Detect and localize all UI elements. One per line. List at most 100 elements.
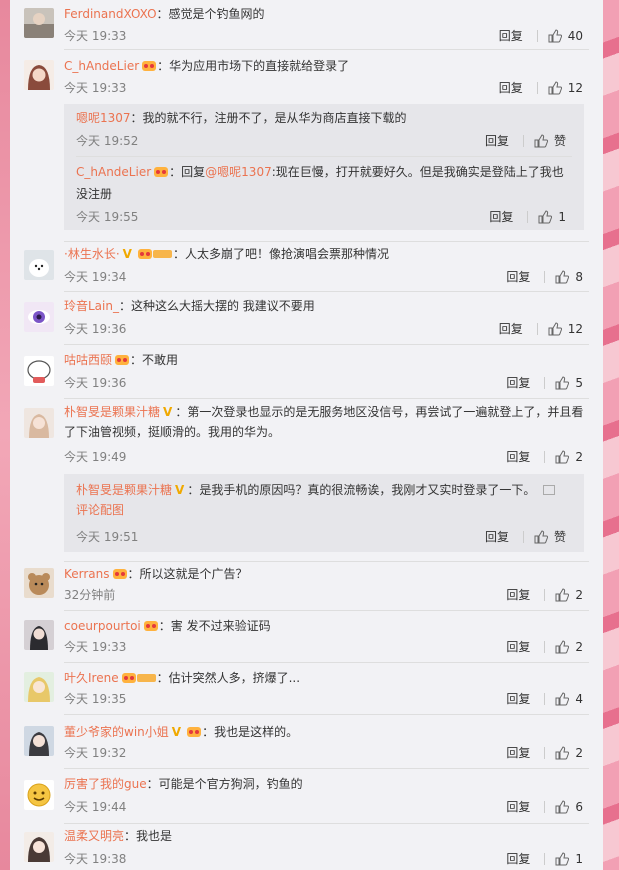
username-link[interactable]: C_hAndeLier <box>64 59 139 73</box>
reply-button[interactable]: 回复 <box>485 132 509 150</box>
username-link[interactable]: 朴智旻是颗果汁糖 <box>64 405 160 419</box>
username-link[interactable]: 董少爷家的win小姐 <box>64 725 169 739</box>
like-button[interactable]: 4 <box>555 690 583 708</box>
comment-meta: 今天 19:44 回复 6 <box>64 798 589 816</box>
reply-button[interactable]: 回复 <box>506 638 530 656</box>
action-divider <box>544 451 546 463</box>
comment-meta: 今天 19:36 回复 5 <box>64 374 589 392</box>
row-divider <box>64 291 589 292</box>
avatar[interactable] <box>24 8 54 38</box>
avatar[interactable] <box>24 408 54 438</box>
username-link[interactable]: 叶久Irene <box>64 671 119 685</box>
like-button[interactable]: 赞 <box>534 528 566 546</box>
thumbs-up-icon <box>555 450 570 464</box>
like-button[interactable]: 6 <box>555 798 583 816</box>
action-divider <box>522 531 524 543</box>
avatar[interactable] <box>24 356 54 386</box>
like-button[interactable]: 赞 <box>534 132 566 150</box>
comment-text: C_hAndeLier ：华为应用市场下的直接就给登录了 <box>64 56 589 78</box>
avatar[interactable] <box>24 568 54 598</box>
avatar[interactable] <box>24 302 54 332</box>
reply-button[interactable]: 回复 <box>485 528 509 546</box>
image-icon <box>543 485 556 495</box>
avatar[interactable] <box>24 250 54 280</box>
avatar[interactable] <box>24 60 54 90</box>
reply-button[interactable]: 回复 <box>506 798 530 816</box>
verified-v-icon: V <box>171 725 182 739</box>
action-divider <box>536 82 538 94</box>
like-button[interactable]: 1 <box>538 208 566 226</box>
like-button[interactable]: 40 <box>548 27 583 45</box>
like-count: 2 <box>575 746 583 760</box>
like-button[interactable]: 5 <box>555 374 583 392</box>
like-button[interactable]: 2 <box>555 448 583 466</box>
comment-body: ：估计突然人多，挤爆了... <box>156 671 301 685</box>
username-link[interactable]: coeurpourtoi <box>64 619 141 633</box>
username-link[interactable]: 嗯呢1307 <box>76 111 131 125</box>
comment-item: 叶久Irene ：估计突然人多，挤爆了... 今天 19:35 回复 4 <box>10 668 603 720</box>
reply-body: ：我的就不行，注册不了，是从华为商店直接下载的 <box>130 111 407 125</box>
reply-button[interactable]: 回复 <box>506 374 530 392</box>
username-link[interactable]: Kerrans <box>64 567 110 581</box>
timestamp: 今天 19:35 <box>64 692 127 706</box>
like-count: 6 <box>575 800 583 814</box>
comment-text: Kerrans ：所以这就是个广告？ <box>64 564 589 586</box>
comment-body: ：我也是 <box>124 829 173 843</box>
like-count: 2 <box>575 588 583 602</box>
username-link[interactable]: 朴智旻是颗果汁糖 <box>76 483 172 497</box>
reply-button[interactable]: 回复 <box>506 850 530 868</box>
comment-item: 温柔又明亮：我也是 今天 19:38 回复 1 <box>10 826 603 870</box>
reply-button[interactable]: 回复 <box>489 208 513 226</box>
like-button[interactable]: 2 <box>555 586 583 604</box>
row-divider <box>64 823 589 824</box>
thumbs-up-icon <box>555 692 570 706</box>
reply-meta: 今天 19:52 回复 赞 <box>76 132 572 150</box>
like-button[interactable]: 12 <box>548 79 583 97</box>
timestamp: 今天 19:33 <box>64 640 127 654</box>
reply-button[interactable]: 回复 <box>499 79 523 97</box>
avatar[interactable] <box>24 620 54 650</box>
reply-actions: 回复 赞 <box>485 528 566 546</box>
like-button[interactable]: 1 <box>555 850 583 868</box>
like-count: 8 <box>575 270 583 284</box>
view-image-link[interactable]: 评论配图 <box>76 503 124 517</box>
comment-meta: 今天 19:32 回复 2 <box>64 744 589 762</box>
avatar[interactable] <box>24 780 54 810</box>
comment-item: coeurpourtoi ：害 发不过来验证码 今天 19:33 回复 2 <box>10 616 603 668</box>
reply-button[interactable]: 回复 <box>506 744 530 762</box>
reply-thread: 嗯呢1307：我的就不行，注册不了，是从华为商店直接下载的 今天 19:52 回… <box>64 104 584 230</box>
like-button[interactable]: 8 <box>555 268 583 286</box>
username-link[interactable]: 厉害了我的gue <box>64 777 147 791</box>
avatar[interactable] <box>24 832 54 862</box>
action-divider <box>544 271 546 283</box>
reply-button[interactable]: 回复 <box>506 268 530 286</box>
username-link[interactable]: ·林生水长· <box>64 247 120 261</box>
row-divider <box>64 610 589 611</box>
reply-body: ：是我手机的原因吗？真的很流畅诶，我刚才又实时登录了一下。 <box>187 483 536 497</box>
vip-badge-icon <box>153 164 169 184</box>
avatar[interactable] <box>24 672 54 702</box>
reply-button[interactable]: 回复 <box>506 586 530 604</box>
mention-link[interactable]: @嗯呢1307 <box>205 165 272 179</box>
comment-item: C_hAndeLier ：华为应用市场下的直接就给登录了 今天 19:33 回复 … <box>10 52 603 242</box>
comment-meta: 今天 19:49 回复 2 <box>64 448 589 466</box>
username-link[interactable]: 玲音Lain_ <box>64 299 119 313</box>
like-button[interactable]: 12 <box>548 320 583 338</box>
thumbs-up-icon <box>548 81 562 95</box>
comment-actions: 回复 2 <box>506 586 583 604</box>
vip-badge-icon <box>137 246 173 266</box>
action-divider <box>544 853 546 865</box>
avatar[interactable] <box>24 726 54 756</box>
vip-badge-icon <box>112 566 128 586</box>
timestamp: 今天 19:34 <box>64 270 127 284</box>
reply-button[interactable]: 回复 <box>499 320 523 338</box>
username-link[interactable]: FerdinandXOXO <box>64 7 157 21</box>
username-link[interactable]: C_hAndeLier <box>76 165 151 179</box>
reply-button[interactable]: 回复 <box>506 448 530 466</box>
username-link[interactable]: 温柔又明亮 <box>64 829 124 843</box>
reply-button[interactable]: 回复 <box>499 27 523 45</box>
like-button[interactable]: 2 <box>555 638 583 656</box>
reply-button[interactable]: 回复 <box>506 690 530 708</box>
username-link[interactable]: 咕咕西颐 <box>64 353 112 367</box>
like-button[interactable]: 2 <box>555 744 583 762</box>
